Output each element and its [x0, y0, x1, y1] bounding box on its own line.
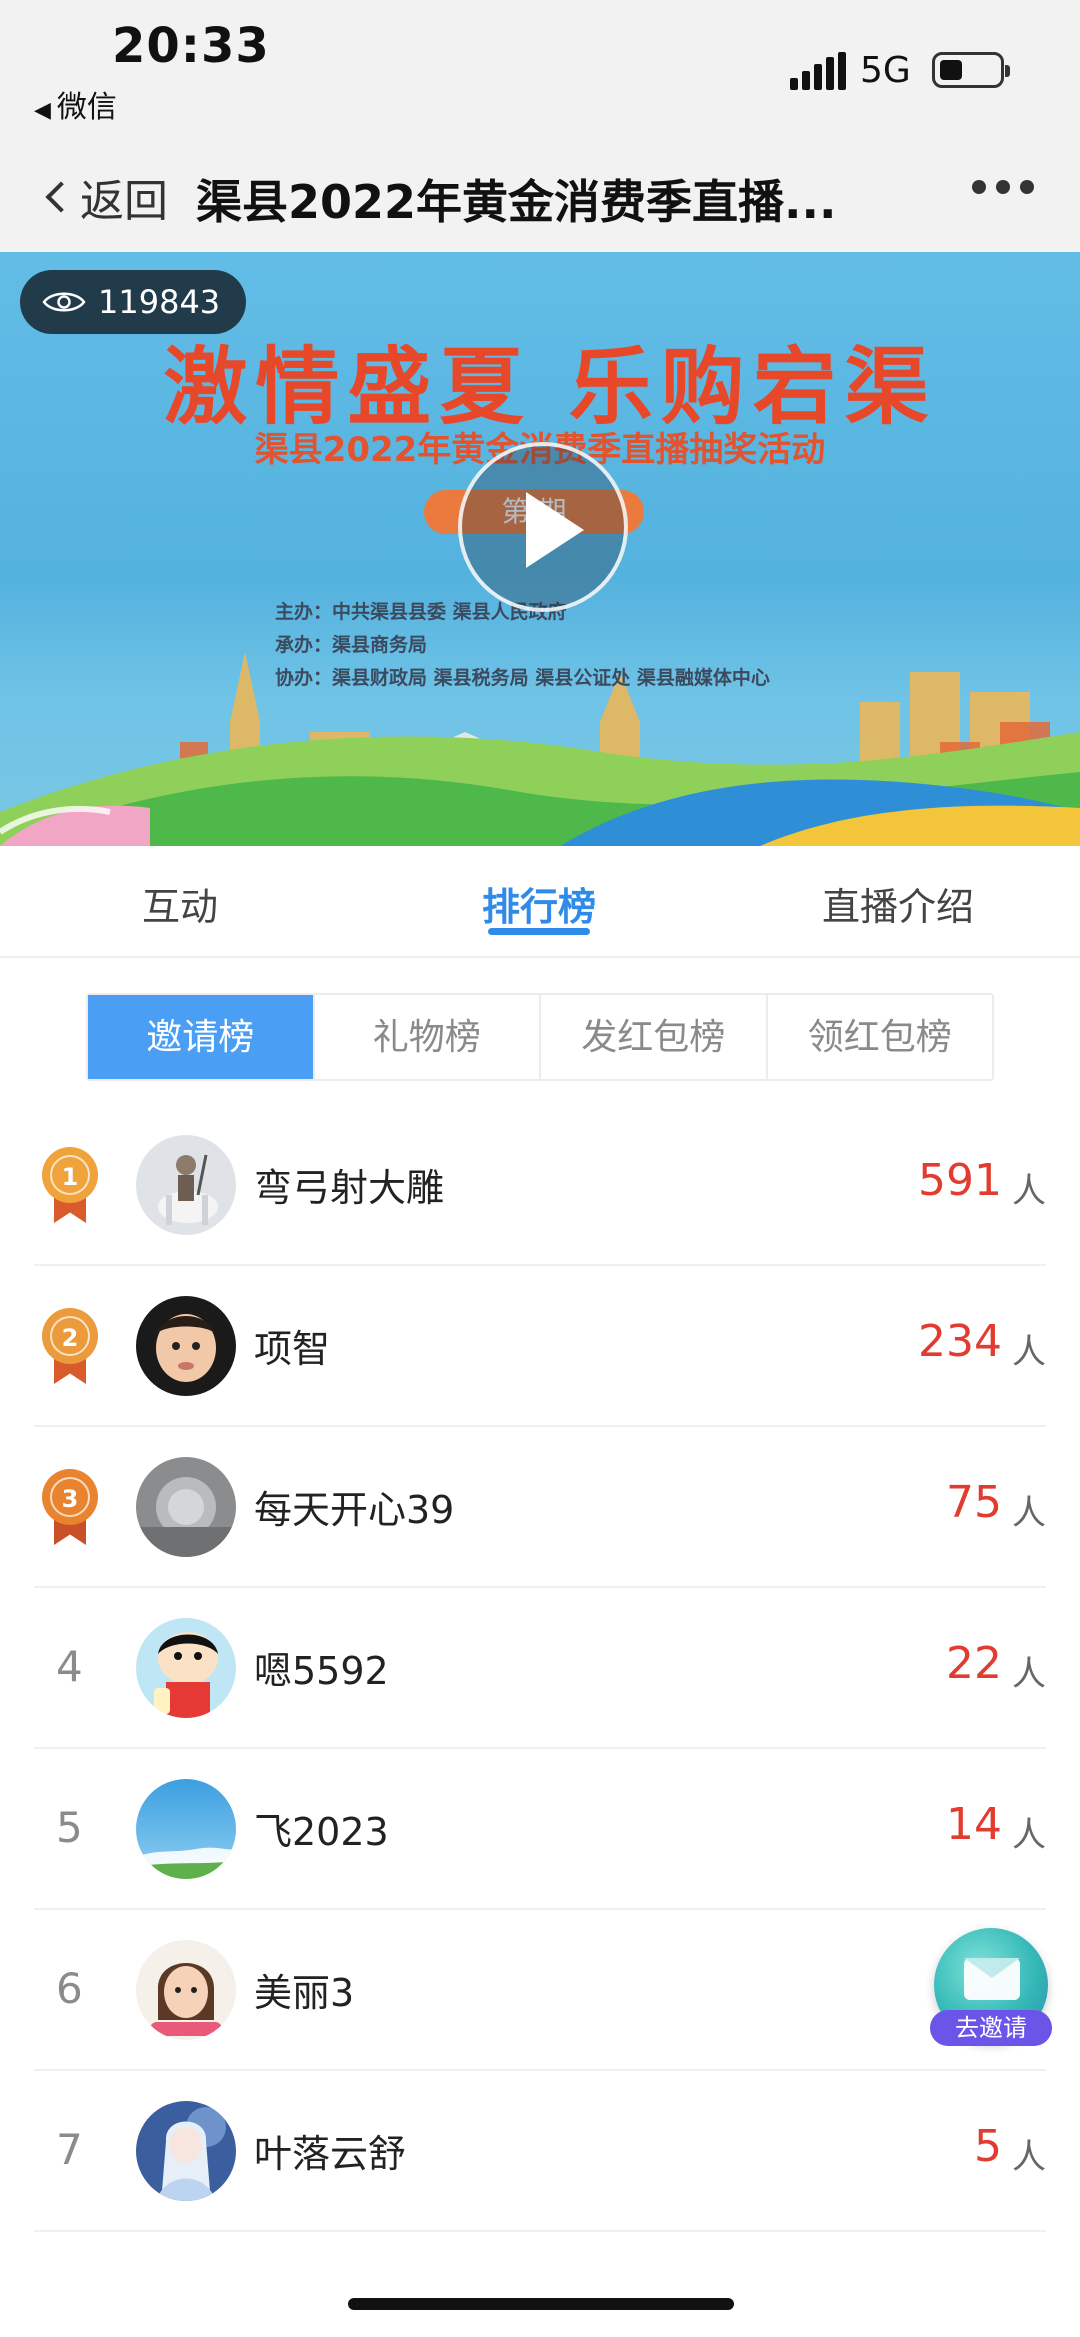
back-to-app[interactable]: ◀ 微信: [34, 82, 117, 126]
nav-bar: 返回 渠县2022年黄金消费季直播...: [0, 150, 1080, 252]
invite-count: 14: [946, 1799, 1002, 1850]
ranking-row[interactable]: 6 美丽3: [0, 1910, 1080, 2071]
tab-interaction[interactable]: 互动: [142, 876, 218, 931]
board-tab-invite[interactable]: 邀请榜: [88, 995, 313, 1079]
back-triangle-icon: ◀: [34, 98, 51, 123]
active-tab-indicator: [488, 928, 590, 935]
ranking-row[interactable]: 2 项智 234 人: [0, 1266, 1080, 1427]
ranking-list: 1 弯弓射大雕 591 人 2 项智 234 人 3 每天开心39 75 人 4…: [0, 1105, 1080, 2232]
play-icon[interactable]: [458, 442, 628, 612]
battery-icon: [932, 52, 1010, 88]
board-tab-send-redpacket[interactable]: 发红包榜: [539, 995, 766, 1079]
avatar: [136, 1457, 236, 1557]
tab-live-intro[interactable]: 直播介绍: [822, 876, 974, 931]
ranking-row[interactable]: 4 嗯5592 22 人: [0, 1588, 1080, 1749]
invite-count: 22: [946, 1638, 1002, 1689]
gold-medal-icon: 1: [42, 1147, 98, 1229]
back-label: 返回: [80, 176, 168, 227]
count-unit: 人: [1012, 1815, 1046, 1855]
count-unit: 人: [1012, 2137, 1046, 2177]
user-name: 嗯5592: [254, 1649, 389, 1693]
ranking-row[interactable]: 3 每天开心39 75 人: [0, 1427, 1080, 1588]
count-unit: 人: [1012, 1493, 1046, 1533]
status-time: 20:33: [112, 18, 270, 74]
banner-host-line: 协办：渠县财政局 渠县税务局 渠县公证处 渠县融媒体中心: [275, 667, 770, 689]
eye-icon: [42, 292, 86, 312]
tab-ranking[interactable]: 排行榜: [482, 876, 596, 931]
ranking-row[interactable]: 1 弯弓射大雕 591 人: [0, 1105, 1080, 1266]
back-button[interactable]: 返回: [36, 162, 168, 232]
rank-number: 2: [50, 1316, 90, 1356]
rank-number: 6: [56, 1964, 83, 2013]
back-app-label: 微信: [56, 90, 117, 125]
rank-number: 5: [56, 1803, 83, 1852]
board-tabs: 邀请榜 礼物榜 发红包榜 领红包榜: [86, 993, 994, 1081]
user-name: 美丽3: [254, 1971, 355, 2015]
avatar: [136, 1618, 236, 1718]
count-unit: 人: [1012, 1332, 1046, 1372]
viewer-count: 119843: [98, 283, 221, 321]
board-tab-gift[interactable]: 礼物榜: [312, 995, 540, 1079]
home-indicator[interactable]: [348, 2298, 734, 2310]
ranking-row[interactable]: 7 叶落云舒 5 人: [0, 2071, 1080, 2232]
count-unit: 人: [1012, 1654, 1046, 1694]
banner-host-line: 承办：渠县商务局: [275, 634, 428, 656]
page-title: 渠县2022年黄金消费季直播...: [196, 175, 837, 229]
avatar: [136, 1296, 236, 1396]
invite-count: 234: [918, 1316, 1002, 1367]
board-tab-receive-redpacket[interactable]: 领红包榜: [765, 995, 993, 1079]
silver-medal-icon: 2: [42, 1308, 98, 1390]
live-video-banner[interactable]: 激情盛夏 乐购宕渠 渠县2022年黄金消费季直播抽奖活动 第 期 主办：中共渠县…: [0, 252, 1080, 846]
main-tabs: 互动 排行榜 直播介绍: [0, 846, 1080, 958]
ranking-row[interactable]: 5 飞2023 14 人: [0, 1749, 1080, 1910]
avatar: [136, 1135, 236, 1235]
rank-number: 4: [56, 1642, 83, 1691]
user-name: 飞2023: [254, 1810, 389, 1854]
envelope-plus-icon: [964, 1958, 1020, 2000]
user-name: 弯弓射大雕: [254, 1166, 445, 1210]
bronze-medal-icon: 3: [42, 1469, 98, 1551]
more-menu-icon[interactable]: [972, 180, 1034, 194]
viewer-count-badge: 119843: [20, 270, 247, 334]
count-unit: 人: [1012, 1171, 1046, 1211]
user-name: 叶落云舒: [254, 2132, 407, 2176]
avatar: [136, 2101, 236, 2201]
status-bar: 20:33 ◀ 微信 5G: [0, 0, 1080, 150]
avatar: [136, 1940, 236, 2040]
rank-number: 1: [50, 1155, 90, 1195]
signal-icon: [790, 52, 846, 90]
invite-floating-button[interactable]: 去邀请: [930, 1928, 1052, 2058]
user-name: 每天开心39: [254, 1488, 455, 1532]
invite-count: 5: [974, 2121, 1002, 2172]
user-name: 项智: [254, 1327, 331, 1371]
network-type: 5G: [860, 50, 911, 91]
rank-number: 3: [50, 1477, 90, 1517]
rank-number: 7: [56, 2125, 83, 2174]
invite-count: 591: [918, 1155, 1002, 1206]
invite-label: 去邀请: [930, 2010, 1052, 2046]
avatar: [136, 1779, 236, 1879]
live-ranking-page: 20:33 ◀ 微信 5G 返回 渠县2022年黄金消费季直播... 激情盛夏 …: [0, 0, 1080, 2337]
chevron-left-icon: [45, 181, 77, 213]
invite-count: 75: [946, 1477, 1002, 1528]
